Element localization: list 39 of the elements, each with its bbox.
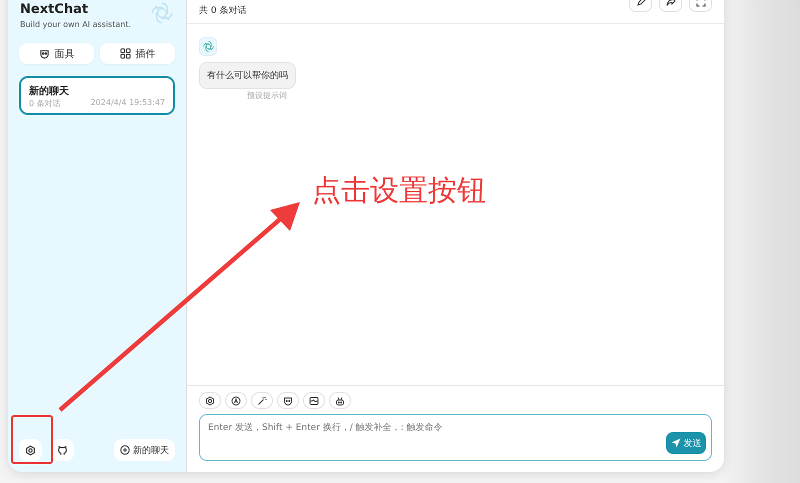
- robot-icon: [335, 396, 345, 406]
- mask-icon: [283, 396, 293, 406]
- message-input[interactable]: Enter 发送，Shift + Enter 换行，/ 触发补全，: 触发命令 发送: [199, 414, 712, 461]
- preset-label: 预设提示词: [247, 90, 288, 101]
- grid-icon: [120, 48, 130, 59]
- send-button[interactable]: 发送: [666, 432, 706, 454]
- image-icon: [309, 396, 319, 406]
- app-title: NextChat: [20, 2, 90, 17]
- annotation-text: 点击设置按钮: [312, 172, 486, 209]
- app-subtitle: Build your own AI assistant.: [20, 20, 131, 29]
- share-icon: [666, 0, 676, 7]
- mask-button[interactable]: [277, 392, 299, 409]
- send-icon: [670, 438, 680, 448]
- mask-button[interactable]: 面具: [19, 43, 94, 64]
- github-button[interactable]: [51, 439, 74, 461]
- message-bubble: 有什么可以帮你的吗: [199, 62, 296, 89]
- pencil-icon: [636, 0, 646, 7]
- cat-icon: [57, 444, 68, 456]
- plus-icon: [120, 445, 130, 455]
- image-button[interactable]: [303, 392, 325, 409]
- chat-count: 0 条对话: [29, 98, 61, 109]
- chat-item[interactable]: 新的聊天 0 条对话 2024/4/4 19:53:47: [19, 76, 175, 115]
- mask-icon: [38, 48, 50, 59]
- translate-button[interactable]: [225, 392, 247, 409]
- message-count: 共 0 条对话: [199, 4, 246, 18]
- translate-icon: [231, 396, 241, 406]
- wand-button[interactable]: [251, 392, 273, 409]
- gear-button[interactable]: [199, 392, 221, 409]
- gear-icon: [205, 396, 215, 406]
- robot-button[interactable]: [329, 392, 351, 409]
- settings-icon: [25, 444, 36, 456]
- wand-icon: [257, 396, 267, 406]
- plugin-button[interactable]: 插件: [100, 43, 175, 64]
- new-chat-button[interactable]: 新的聊天: [114, 439, 175, 461]
- chat-title: 新的聊天: [29, 84, 70, 98]
- fullscreen-icon: [696, 0, 706, 7]
- chat-time: 2024/4/4 19:53:47: [90, 98, 165, 109]
- settings-button[interactable]: [19, 439, 42, 461]
- highlight-frame: [11, 415, 53, 464]
